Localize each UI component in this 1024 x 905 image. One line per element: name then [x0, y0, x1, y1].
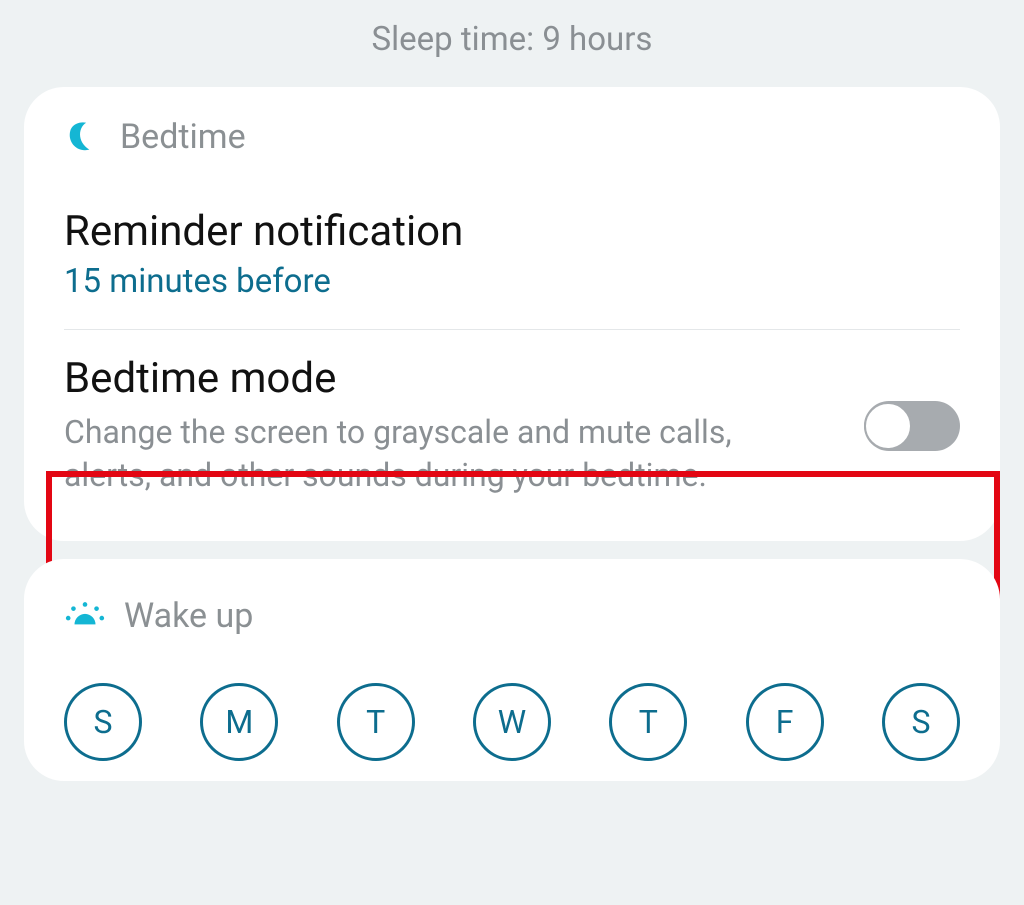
day-friday[interactable]: F: [746, 683, 824, 761]
bedtime-mode-title: Bedtime mode: [64, 354, 840, 403]
day-tuesday[interactable]: T: [337, 683, 415, 761]
day-thursday[interactable]: T: [609, 683, 687, 761]
bedtime-card-header: Bedtime: [64, 117, 960, 157]
bedtime-card: Bedtime Reminder notification 15 minutes…: [24, 87, 1000, 541]
days-row: S M T W T F S: [64, 667, 960, 761]
toggle-knob: [864, 402, 912, 450]
bedtime-title: Bedtime: [120, 117, 246, 157]
day-saturday[interactable]: S: [882, 683, 960, 761]
moon-icon: [64, 118, 102, 156]
sleep-time-label: Sleep time: 9 hours: [0, 0, 1024, 69]
wakeup-title: Wake up: [124, 596, 253, 636]
reminder-notification-row[interactable]: Reminder notification 15 minutes before: [64, 203, 960, 329]
sunrise-icon: [64, 595, 106, 637]
reminder-title: Reminder notification: [64, 207, 960, 256]
reminder-value: 15 minutes before: [64, 262, 960, 301]
day-monday[interactable]: M: [200, 683, 278, 761]
bedtime-mode-row[interactable]: Bedtime mode Change the screen to graysc…: [64, 330, 960, 521]
day-wednesday[interactable]: W: [473, 683, 551, 761]
wakeup-card-header: Wake up: [64, 595, 960, 637]
bedtime-mode-toggle[interactable]: [864, 401, 960, 451]
wakeup-card: Wake up S M T W T F S: [24, 559, 1000, 781]
day-sunday[interactable]: S: [64, 683, 142, 761]
bedtime-mode-description: Change the screen to grayscale and mute …: [64, 411, 804, 497]
